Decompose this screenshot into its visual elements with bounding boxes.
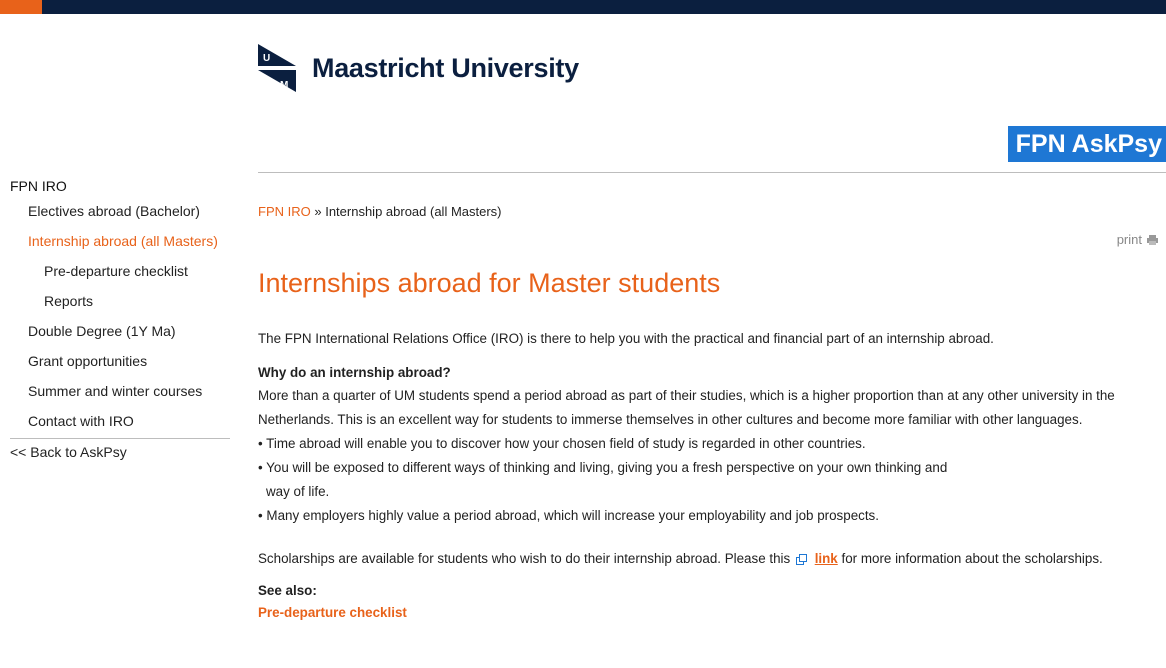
- why-heading: Why do an internship abroad?: [258, 365, 451, 380]
- sidebar-item-summer-winter[interactable]: Summer and winter courses: [10, 376, 230, 406]
- bullet-item: • Many employers highly value a period a…: [258, 508, 879, 523]
- svg-text:M: M: [280, 80, 288, 91]
- sidebar-item-double-degree[interactable]: Double Degree (1Y Ma): [10, 316, 230, 346]
- scholarship-link[interactable]: link: [815, 551, 838, 566]
- scholarship-text: Scholarships are available for students …: [258, 551, 791, 566]
- printer-icon: [1147, 234, 1158, 245]
- sidebar-item-grants[interactable]: Grant opportunities: [10, 346, 230, 376]
- bullet-item: • Time abroad will enable you to discove…: [258, 436, 866, 451]
- back-to-askpsy-link[interactable]: << Back to AskPsy: [10, 441, 230, 463]
- breadcrumb: FPN IRO » Internship abroad (all Masters…: [258, 204, 502, 219]
- intro-paragraph: The FPN International Relations Office (…: [258, 331, 994, 346]
- scholarship-text-end: for more information about the scholarsh…: [841, 551, 1103, 566]
- scholarship-paragraph: Scholarships are available for students …: [258, 548, 1158, 570]
- paragraph-line: More than a quarter of UM students spend…: [258, 388, 1115, 403]
- breadcrumb-root-link[interactable]: FPN IRO: [258, 204, 311, 219]
- print-button[interactable]: print: [1117, 232, 1158, 247]
- see-also-heading: See also:: [258, 583, 317, 598]
- svg-text:U: U: [263, 53, 270, 64]
- um-logo-icon: U M: [258, 44, 296, 92]
- breadcrumb-separator: »: [310, 204, 326, 219]
- top-bar: [0, 0, 1166, 14]
- university-name: Maastricht University: [312, 52, 579, 83]
- sidebar-item-electives[interactable]: Electives abroad (Bachelor): [10, 196, 230, 226]
- paragraph-line: Netherlands. This is an excellent way fo…: [258, 412, 1083, 427]
- sidebar-item-internship[interactable]: Internship abroad (all Masters): [10, 226, 230, 256]
- see-also-pre-departure-link[interactable]: Pre-departure checklist: [258, 602, 1158, 624]
- site-badge[interactable]: FPN AskPsy: [1007, 126, 1166, 162]
- sidebar-item-reports[interactable]: Reports: [10, 286, 230, 316]
- sidebar-item-pre-departure[interactable]: Pre-departure checklist: [10, 256, 230, 286]
- top-bar-accent: [0, 0, 42, 14]
- sidebar-title[interactable]: FPN IRO: [10, 176, 230, 196]
- header-divider: [258, 172, 1166, 173]
- sidebar-divider: [10, 438, 230, 439]
- external-link-icon: [795, 553, 807, 565]
- sidebar-item-contact[interactable]: Contact with IRO: [10, 406, 230, 436]
- sidebar: FPN IRO Electives abroad (Bachelor) Inte…: [10, 176, 230, 463]
- university-logo[interactable]: U M Maastricht University: [258, 44, 579, 92]
- page-title: Internships abroad for Master students: [258, 268, 721, 298]
- bullet-item-continuation: way of life.: [266, 484, 330, 499]
- breadcrumb-current: Internship abroad (all Masters): [325, 204, 502, 219]
- bullet-item: • You will be exposed to different ways …: [258, 460, 948, 475]
- print-label: print: [1116, 232, 1142, 247]
- main-content: The FPN International Relations Office (…: [258, 328, 1158, 624]
